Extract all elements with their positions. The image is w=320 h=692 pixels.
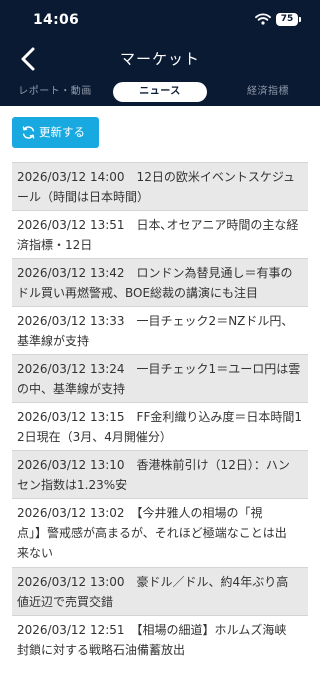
news-item-line: ール（時間は日本時間） [17, 190, 150, 204]
refresh-icon [22, 126, 35, 139]
news-item[interactable]: 2026/03/12 13:15 FF金利織り込み度＝日本時間1 2日現在（3月、… [12, 403, 308, 451]
news-item[interactable]: 2026/03/12 13:51 日本､オセアニア時間の主な経 済指標・12日 [12, 211, 308, 259]
tab-reports-videos[interactable]: レポート・動画 [10, 82, 100, 102]
news-item[interactable]: 2026/03/12 13:33 一目チェック2＝NZドル円、 基準線が支持 [12, 307, 308, 355]
news-item[interactable]: 2026/03/12 14:00 12日の欧米イベントスケジュ ール（時間は日本時… [12, 163, 308, 211]
news-item-line: 2026/03/12 13:15 FF金利織り込み度＝日本時間1 [17, 410, 303, 424]
news-item-line: 2026/03/12 13:10 香港株前引け（12日）：ハン [17, 458, 290, 472]
battery-cap [299, 17, 301, 22]
news-item-line: 来ない [17, 546, 54, 560]
news-item[interactable]: 2026/03/12 13:00 豪ドル／ドル、約4年ぶり高 値近辺で売買交錯 [12, 568, 308, 616]
news-item-line: 点」】警戒感が高まるが、それほど極端なことは出 [17, 526, 287, 540]
refresh-button[interactable]: 更新する [12, 117, 99, 148]
news-item-line: 2026/03/12 13:24 一目チェック1＝ユーロ円は雲 [17, 362, 301, 376]
news-item-line: 基準線が支持 [17, 334, 90, 348]
news-item-line: ドル買い再燃警戒、BOE総裁の講演にも注目 [17, 286, 259, 300]
page-title: マーケット [119, 50, 200, 68]
news-item[interactable]: 2026/03/12 13:10 香港株前引け（12日）：ハン セン指数は1.23… [12, 451, 308, 499]
news-item-line: 2026/03/12 13:33 一目チェック2＝NZドル円、 [17, 314, 294, 328]
news-item[interactable]: 2026/03/12 13:02 【今井雅人の相場の「視点」】警戒感が高まるが、… [12, 499, 308, 568]
app-header: 14:06 75 マーケット レポート・動画 ニュース 経済指標 [0, 0, 320, 106]
news-item-line: 2026/03/12 13:02 【今井雅人の相場の「視 [17, 506, 263, 520]
news-item[interactable]: 2026/03/12 13:24 一目チェック1＝ユーロ円は雲 の中、基準線が支持 [12, 355, 308, 403]
wifi-icon [255, 13, 271, 25]
news-item-line: 2026/03/12 13:00 豪ドル／ドル、約4年ぶり高 [17, 575, 289, 589]
news-item-line: 2026/03/12 14:00 12日の欧米イベントスケジュ [17, 170, 295, 184]
news-item-line: 済指標・12日 [17, 238, 93, 252]
status-time: 14:06 [33, 12, 80, 28]
news-item-line: 値近辺で売買交錯 [17, 595, 114, 609]
tab-news[interactable]: ニュース [113, 82, 207, 102]
news-item-line: の中、基準線が支持 [17, 382, 126, 396]
news-item-line: セン指数は1.23%安 [17, 478, 128, 492]
news-item-line: 2日現在（3月、4月開催分） [17, 430, 172, 444]
news-item[interactable]: 2026/03/12 12:51 【相場の細道】ホルムズ海峡 封鎖に対する戦略石油… [12, 616, 308, 664]
news-item-line: 2026/03/12 12:51 【相場の細道】ホルムズ海峡 [17, 623, 287, 637]
news-item[interactable]: 2026/03/12 13:42 ロンドン為替見通し＝有事の ドル買い再燃警戒、B… [12, 259, 308, 307]
news-list: 2026/03/12 14:00 12日の欧米イベントスケジュ ール（時間は日本時… [12, 162, 308, 664]
news-item-line: 2026/03/12 13:42 ロンドン為替見通し＝有事の [17, 266, 293, 280]
battery-icon: 75 [276, 13, 298, 26]
news-item-line: 封鎖に対する戦略石油備蓄放出 [17, 643, 186, 657]
refresh-label: 更新する [39, 125, 85, 139]
tab-economic-indicators[interactable]: 経済指標 [228, 82, 308, 102]
news-item-line: 2026/03/12 13:51 日本､オセアニア時間の主な経 [17, 218, 299, 232]
